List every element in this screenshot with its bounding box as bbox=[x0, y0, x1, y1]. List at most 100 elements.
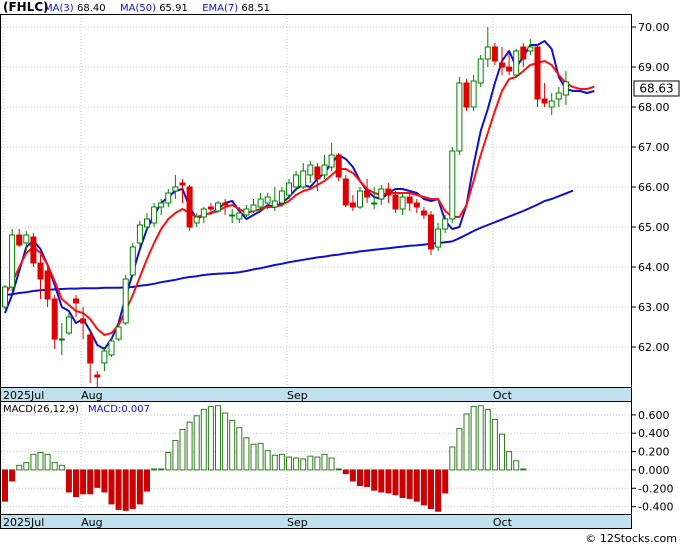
candle-body bbox=[513, 50, 520, 76]
macd-bar bbox=[108, 469, 115, 505]
candle-body bbox=[30, 236, 37, 264]
macd-bar bbox=[477, 405, 484, 471]
macd-bar bbox=[470, 406, 477, 471]
candle-body bbox=[399, 196, 406, 210]
macd-bar bbox=[101, 469, 108, 493]
candle-body bbox=[80, 318, 87, 324]
legend-value-2: 68.51 bbox=[241, 3, 270, 14]
candle-body bbox=[364, 190, 371, 198]
macd-bar bbox=[513, 460, 520, 471]
candle-body bbox=[562, 81, 569, 96]
candle-body bbox=[16, 234, 23, 246]
macd-bar bbox=[222, 412, 229, 471]
macd-tick-label: 0.200 bbox=[638, 446, 670, 459]
macd-bar bbox=[435, 469, 442, 512]
price-tick-label: 66.00 bbox=[638, 181, 670, 194]
macd-bar bbox=[80, 469, 87, 495]
macd-bar bbox=[115, 469, 122, 510]
macd-bar bbox=[506, 451, 513, 471]
price-tick-label: 67.00 bbox=[638, 141, 670, 154]
candle-body bbox=[115, 326, 122, 340]
macd-bar bbox=[9, 469, 16, 482]
legend-value-1: 65.91 bbox=[159, 3, 188, 14]
legend-value-0: 68.40 bbox=[77, 3, 106, 14]
candle-body bbox=[200, 208, 207, 218]
watermark: © 12Stocks.com bbox=[585, 532, 677, 545]
candle-body bbox=[307, 164, 314, 176]
candle-body bbox=[477, 58, 484, 84]
candle-body bbox=[357, 190, 363, 208]
macd-bar bbox=[456, 428, 463, 471]
macd-bar bbox=[58, 464, 65, 471]
candle-body bbox=[491, 46, 498, 62]
price-tick-label: 64.00 bbox=[638, 261, 670, 274]
macd-bar bbox=[250, 443, 257, 471]
macd-bar bbox=[520, 468, 527, 471]
macd-bar bbox=[65, 469, 72, 493]
candle-body bbox=[215, 202, 221, 212]
candle-body bbox=[250, 204, 257, 212]
macd-bar bbox=[243, 437, 250, 471]
macd-bar bbox=[129, 469, 136, 509]
candle-body bbox=[527, 46, 534, 52]
macd-bar bbox=[385, 469, 392, 494]
candle-body bbox=[286, 182, 292, 196]
stock-chart: (FHLC) MA(3) 68.40 MA(50) 65.91 EMA(7) 68.51 … bbox=[0, 0, 680, 545]
candle-body bbox=[392, 194, 399, 210]
macd-bar bbox=[314, 456, 321, 471]
macd-bar bbox=[186, 421, 193, 471]
macd-bar bbox=[51, 462, 58, 471]
macd-bar bbox=[342, 469, 349, 475]
macd-bar bbox=[364, 469, 371, 487]
candle-body bbox=[101, 350, 108, 364]
date-label: Oct bbox=[493, 389, 513, 402]
macd-bar bbox=[158, 468, 165, 471]
candle-body bbox=[541, 98, 548, 104]
price-tick-label: 62.00 bbox=[638, 341, 670, 354]
macd-bar bbox=[357, 469, 363, 487]
candle-body bbox=[271, 200, 278, 208]
candle-body bbox=[413, 202, 420, 208]
macd-bar bbox=[335, 468, 342, 471]
candle-body bbox=[470, 80, 477, 108]
candle-body bbox=[2, 286, 8, 308]
candle-body bbox=[328, 154, 335, 168]
macd-bar bbox=[349, 469, 356, 482]
macd-bar bbox=[300, 458, 307, 471]
candle-body bbox=[293, 174, 300, 188]
candle-body bbox=[23, 234, 30, 244]
candle-body bbox=[555, 92, 562, 100]
macd-value: MACD:0.007 bbox=[88, 404, 150, 415]
price-tick-label: 68.00 bbox=[638, 101, 670, 114]
macd-bar bbox=[406, 469, 413, 499]
candle-body bbox=[520, 46, 527, 60]
macd-bar bbox=[193, 415, 200, 471]
macd-bar bbox=[392, 469, 399, 496]
macd-bar bbox=[172, 440, 179, 471]
macd-bar bbox=[264, 450, 271, 471]
macd-bar bbox=[271, 454, 278, 471]
candle-body bbox=[129, 246, 136, 276]
macd-bar bbox=[229, 419, 236, 471]
candle-body bbox=[406, 196, 413, 204]
candle-body bbox=[506, 66, 513, 72]
candle-body bbox=[385, 188, 392, 196]
macd-bar bbox=[321, 453, 328, 471]
candle-body bbox=[144, 218, 150, 228]
macd-bar bbox=[2, 469, 8, 502]
macd-bar bbox=[16, 464, 23, 471]
macd-bar bbox=[30, 453, 37, 471]
macd-bar bbox=[286, 456, 292, 471]
macd-bar bbox=[37, 451, 44, 471]
candle-body bbox=[158, 202, 165, 208]
date-label: 2025Jul bbox=[3, 389, 44, 402]
macd-title: MACD(26,12,9) bbox=[3, 404, 79, 415]
date-label: Sep bbox=[287, 516, 308, 529]
candle-body bbox=[179, 182, 186, 186]
macd-bar bbox=[165, 451, 172, 471]
candle-body bbox=[335, 154, 342, 178]
macd-bar bbox=[442, 469, 449, 494]
macd-tick-label: 0.400 bbox=[638, 427, 670, 440]
candle-body bbox=[420, 210, 427, 216]
candle-body bbox=[257, 198, 264, 208]
